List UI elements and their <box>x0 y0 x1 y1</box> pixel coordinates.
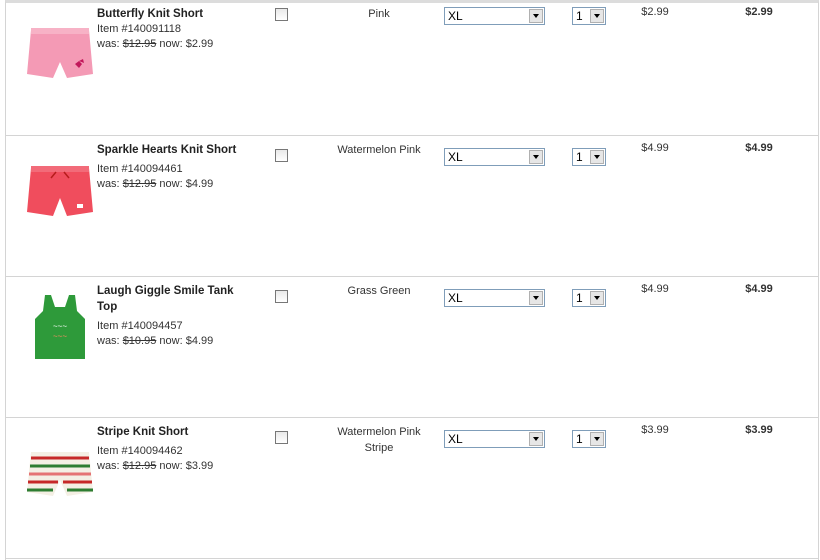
product-name-link[interactable]: Stripe Knit Short <box>97 424 247 440</box>
price-line: was: $12.95 now: $2.99 <box>97 37 213 52</box>
item-number: Item #140094457 <box>97 320 183 332</box>
was-price: $10.95 <box>122 335 157 347</box>
pink-short-image[interactable] <box>23 12 97 86</box>
was-label: was: <box>97 38 120 50</box>
green-tank-image[interactable]: ~~~ ~~~ <box>23 289 97 363</box>
quantity-value: 1 <box>576 432 583 446</box>
was-label: was: <box>97 460 120 472</box>
product-name-link[interactable]: Laugh Giggle Smile Tank Top <box>97 283 247 315</box>
item-number: Item #140094462 <box>97 445 183 457</box>
now-price: $2.99 <box>185 38 214 50</box>
cart-row: ~~~ ~~~ Laugh Giggle Smile Tank Top Item… <box>5 277 819 418</box>
svg-text:~~~: ~~~ <box>53 322 67 331</box>
product-name-link[interactable]: Sparkle Hearts Knit Short <box>97 142 247 158</box>
now-price: $4.99 <box>185 178 214 190</box>
size-value: XL <box>448 150 463 164</box>
unit-price: $3.99 <box>641 424 669 436</box>
was-label: was: <box>97 335 120 347</box>
quantity-value: 1 <box>576 291 583 305</box>
now-label: now: <box>159 178 183 190</box>
was-label: was: <box>97 178 120 190</box>
chevron-down-icon[interactable] <box>529 9 543 23</box>
size-select[interactable]: XL <box>444 430 545 448</box>
quantity-value: 1 <box>576 9 583 23</box>
now-price: $4.99 <box>185 335 214 347</box>
now-label: now: <box>159 38 183 50</box>
chevron-down-icon[interactable] <box>529 291 543 305</box>
quantity-select[interactable]: 1 <box>572 430 606 448</box>
size-select[interactable]: XL <box>444 148 545 166</box>
line-total: $3.99 <box>745 424 773 436</box>
quantity-select[interactable]: 1 <box>572 289 606 307</box>
line-total: $2.99 <box>745 6 773 18</box>
item-number: Item #140091118 <box>97 23 181 35</box>
color-value: Pink <box>368 8 390 20</box>
unit-price: $2.99 <box>641 6 669 18</box>
item-number: Item #140094461 <box>97 163 183 175</box>
coral-short-image[interactable] <box>23 148 97 222</box>
size-select[interactable]: XL <box>444 289 545 307</box>
select-checkbox[interactable] <box>275 431 288 444</box>
now-label: now: <box>159 460 183 472</box>
size-select[interactable]: XL <box>444 7 545 25</box>
size-value: XL <box>448 9 463 23</box>
product-name-link[interactable]: Butterfly Knit Short <box>97 6 247 22</box>
chevron-down-icon[interactable] <box>590 432 604 446</box>
chevron-down-icon[interactable] <box>529 150 543 164</box>
size-value: XL <box>448 291 463 305</box>
was-price: $12.95 <box>122 178 157 190</box>
color-value: Grass Green <box>347 285 411 297</box>
line-total: $4.99 <box>745 142 773 154</box>
now-label: now: <box>159 335 183 347</box>
quantity-select[interactable]: 1 <box>572 7 606 25</box>
unit-price: $4.99 <box>641 283 669 295</box>
price-line: was: $10.95 now: $4.99 <box>97 334 213 349</box>
select-checkbox[interactable] <box>275 149 288 162</box>
was-price: $12.95 <box>122 460 157 472</box>
line-total: $4.99 <box>745 283 773 295</box>
quantity-select[interactable]: 1 <box>572 148 606 166</box>
color-value: Watermelon Pink Stripe <box>337 426 421 454</box>
size-value: XL <box>448 432 463 446</box>
svg-text:~~~: ~~~ <box>53 332 67 341</box>
cart-row: Sparkle Hearts Knit Short Item #14009446… <box>5 136 819 277</box>
cart-row: Butterfly Knit Short Item #140091118 was… <box>5 0 819 136</box>
chevron-down-icon[interactable] <box>590 9 604 23</box>
stripe-short-image[interactable] <box>23 430 97 504</box>
price-line: was: $12.95 now: $4.99 <box>97 177 213 192</box>
now-price: $3.99 <box>185 460 214 472</box>
chevron-down-icon[interactable] <box>590 150 604 164</box>
select-checkbox[interactable] <box>275 8 288 21</box>
cart-row: Stripe Knit Short Item #140094462 was: $… <box>5 418 819 559</box>
select-checkbox[interactable] <box>275 290 288 303</box>
quantity-value: 1 <box>576 150 583 164</box>
was-price: $12.95 <box>122 38 157 50</box>
chevron-down-icon[interactable] <box>529 432 543 446</box>
color-value: Watermelon Pink <box>337 144 421 156</box>
price-line: was: $12.95 now: $3.99 <box>97 459 213 474</box>
unit-price: $4.99 <box>641 142 669 154</box>
chevron-down-icon[interactable] <box>590 291 604 305</box>
